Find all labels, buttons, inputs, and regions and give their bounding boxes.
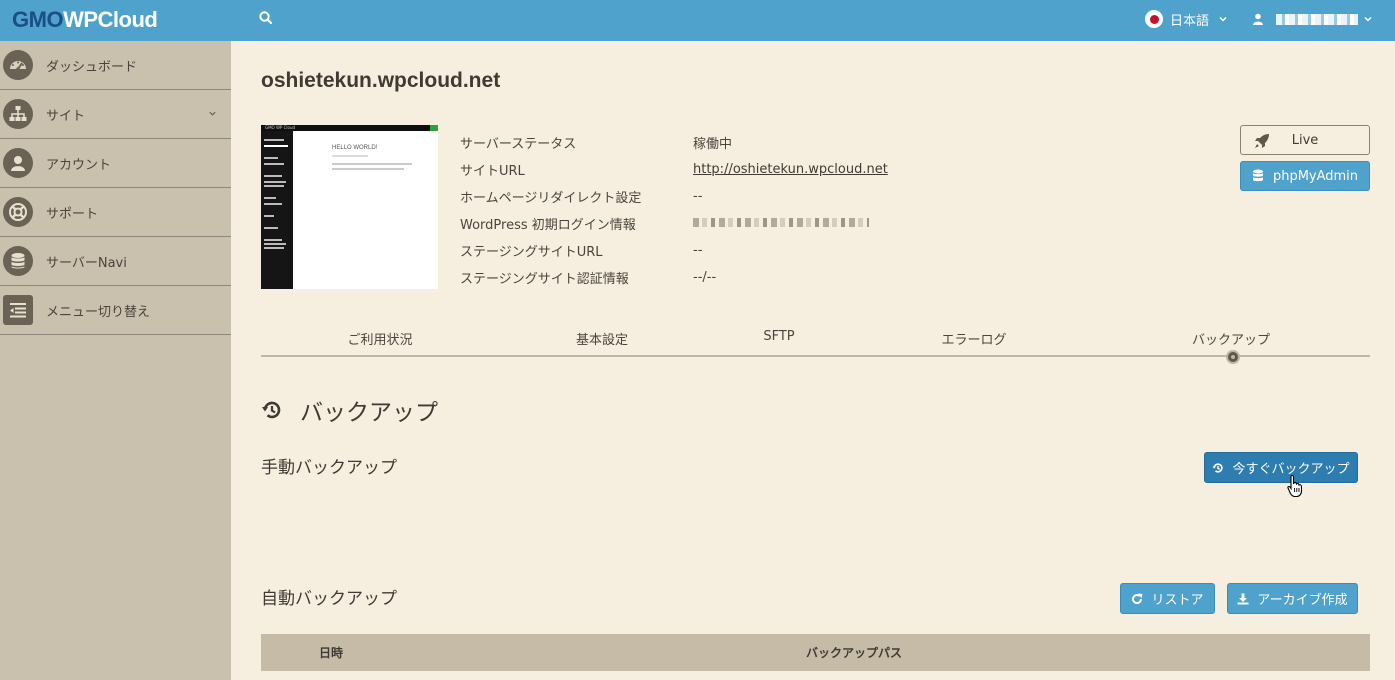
- history-icon: [1213, 462, 1224, 473]
- thumbnail-site-name: GMO WP Cloud: [265, 125, 296, 130]
- active-tab-indicator: [1226, 350, 1240, 364]
- lifebuoy-icon: [3, 197, 33, 227]
- language-label: 日本語: [1170, 13, 1210, 29]
- dashboard-icon: [3, 50, 33, 80]
- backup-section-title: バックアップ: [261, 393, 438, 427]
- database-icon: [3, 246, 33, 276]
- chevron-down-icon: [1219, 16, 1227, 22]
- create-archive-label: アーカイブ作成: [1257, 593, 1348, 608]
- info-key: サイトURL: [460, 164, 525, 179]
- info-row-staging-url: ステージングサイトURL --: [460, 237, 888, 264]
- user-name-masked: [1276, 13, 1358, 25]
- history-icon: [262, 401, 281, 419]
- rocket-icon: [1255, 134, 1269, 148]
- chevron-down-icon: [209, 111, 216, 116]
- info-row-staging-auth: ステージングサイト認証情報 --/--: [460, 264, 888, 291]
- info-value: --: [693, 243, 703, 258]
- phpmyadmin-button[interactable]: phpMyAdmin: [1240, 161, 1370, 191]
- info-key: ステージングサイト認証情報: [460, 272, 629, 287]
- user-icon: [1253, 13, 1263, 25]
- main-content: oshietekun.wpcloud.net GMO WP Cloud HELL…: [231, 41, 1395, 680]
- sidebar-item-label: メニュー切り替え: [46, 304, 151, 320]
- tab-basic-settings[interactable]: 基本設定: [576, 329, 628, 348]
- live-button[interactable]: Live: [1240, 125, 1370, 155]
- site-url-link[interactable]: http://oshietekun.wpcloud.net: [693, 162, 888, 177]
- live-label: Live: [1291, 132, 1319, 148]
- sidebar-item-label: ダッシュボード: [46, 59, 138, 75]
- manual-backup-title: 手動バックアップ: [261, 458, 397, 478]
- phpmyadmin-label: phpMyAdmin: [1272, 168, 1359, 184]
- site-info-list: サーバーステータス 稼働中 サイトURL http://oshietekun.w…: [460, 129, 888, 291]
- tab-backup[interactable]: バックアップ: [1192, 329, 1270, 348]
- backup-now-button[interactable]: 今すぐバックアップ: [1204, 452, 1358, 483]
- sidebar-item-account[interactable]: アカウント: [0, 139, 231, 188]
- info-row-server-status: サーバーステータス 稼働中: [460, 129, 888, 156]
- japan-flag-icon: [1145, 10, 1163, 28]
- site-thumbnail[interactable]: GMO WP Cloud HELLO WORLD!: [261, 125, 438, 289]
- logo-main: GMO: [12, 7, 64, 32]
- thumbnail-content: HELLO WORLD!: [293, 131, 438, 289]
- hand-cursor-icon: [1287, 474, 1303, 498]
- refresh-icon: [1132, 593, 1143, 604]
- thumbnail-sidebar: [261, 131, 293, 289]
- database-icon: [1252, 169, 1263, 182]
- info-row-redirect: ホームページリダイレクト設定 --: [460, 183, 888, 210]
- sitemap-icon: [3, 99, 33, 129]
- sidebar-item-site[interactable]: サイト: [0, 90, 231, 139]
- user-menu[interactable]: [1252, 9, 1373, 29]
- backup-table-header: 日時 バックアップパス: [261, 634, 1370, 671]
- sidebar-item-server-navi[interactable]: サーバーNavi: [0, 237, 231, 286]
- chevron-down-icon: [1364, 16, 1372, 22]
- info-key: ホームページリダイレクト設定: [460, 191, 642, 206]
- backup-title-text: バックアップ: [300, 400, 438, 426]
- tab-usage[interactable]: ご利用状況: [347, 329, 412, 348]
- column-header-backup-path: バックアップパス: [806, 646, 903, 660]
- page-title: oshietekun.wpcloud.net: [261, 69, 501, 92]
- search-icon[interactable]: [258, 10, 274, 26]
- info-key: ステージングサイトURL: [460, 245, 603, 260]
- tab-sftp[interactable]: SFTP: [763, 329, 794, 344]
- info-row-site-url: サイトURL http://oshietekun.wpcloud.net: [460, 156, 888, 183]
- sidebar-item-label: サポート: [46, 206, 99, 222]
- restore-label: リストア: [1151, 593, 1204, 608]
- logo[interactable]: GMOWPCloud: [12, 7, 158, 33]
- sidebar-item-support[interactable]: サポート: [0, 188, 231, 237]
- info-key: サーバーステータス: [460, 137, 577, 152]
- sidebar-item-label: アカウント: [46, 157, 112, 173]
- restore-button[interactable]: リストア: [1120, 583, 1215, 614]
- info-row-wp-login: WordPress 初期ログイン情報: [460, 210, 888, 237]
- language-selector[interactable]: 日本語: [1145, 9, 1228, 29]
- menu-toggle-icon: [3, 295, 33, 325]
- create-archive-button[interactable]: アーカイブ作成: [1227, 583, 1358, 614]
- user-icon: [3, 148, 33, 178]
- top-bar: GMOWPCloud 日本語: [0, 0, 1395, 41]
- info-value: 稼働中: [693, 137, 733, 152]
- sidebar-item-label: サイト: [46, 108, 86, 124]
- info-value: --/--: [693, 270, 717, 285]
- info-key: WordPress 初期ログイン情報: [460, 218, 636, 233]
- sidebar-item-label: サーバーNavi: [46, 255, 127, 271]
- download-icon: [1237, 593, 1249, 604]
- info-value: --: [693, 189, 703, 204]
- column-header-datetime: 日時: [319, 646, 344, 660]
- masked-credentials: [693, 218, 869, 227]
- sidebar: ダッシュボード サイト アカウント サポート サーバーNavi メニュー切り替え: [0, 41, 231, 680]
- thumbnail-heading: HELLO WORLD!: [332, 145, 378, 151]
- site-tabs: ご利用状況 基本設定 SFTP エラーログ バックアップ: [261, 321, 1370, 364]
- sidebar-item-menu-toggle[interactable]: メニュー切り替え: [0, 286, 231, 335]
- tab-error-log[interactable]: エラーログ: [941, 329, 1006, 348]
- auto-backup-title: 自動バックアップ: [261, 589, 397, 609]
- sidebar-item-dashboard[interactable]: ダッシュボード: [0, 41, 231, 90]
- logo-accent: WPCloud: [63, 7, 158, 32]
